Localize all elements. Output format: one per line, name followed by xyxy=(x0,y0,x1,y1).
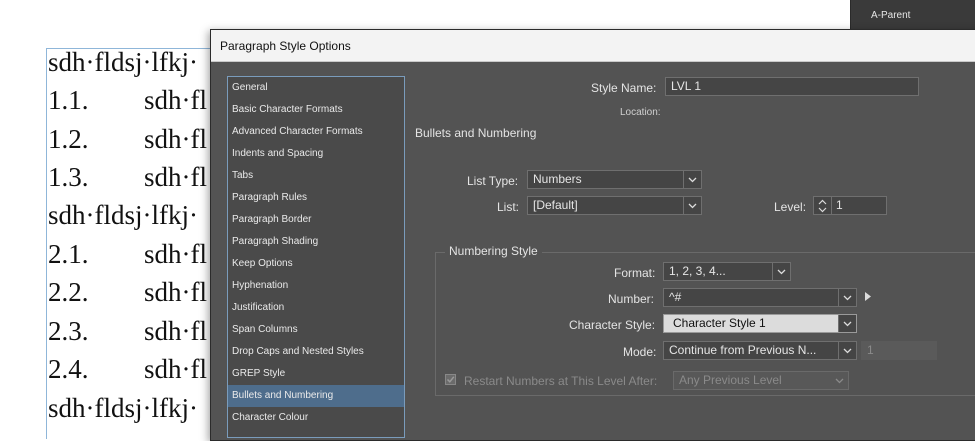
sidebar-item[interactable]: GREP Style xyxy=(228,363,404,385)
restart-level-dropdown: Any Previous Level xyxy=(673,371,849,390)
chevron-down-icon xyxy=(683,171,701,188)
line-text: sdh·fldsj·lfkj· xyxy=(48,393,198,423)
chevron-down-icon xyxy=(838,342,856,359)
pages-panel[interactable]: A-Parent xyxy=(850,0,975,30)
style-name-input[interactable]: LVL 1 xyxy=(665,77,919,96)
number-input[interactable]: ^# xyxy=(663,288,857,307)
character-style-label: Character Style: xyxy=(569,318,656,332)
restart-level-value: Any Previous Level xyxy=(679,373,782,387)
location-label: Location: xyxy=(620,107,661,118)
numbering-style-title: Numbering Style xyxy=(445,244,542,258)
level-value: 1 xyxy=(836,198,843,212)
checkmark-icon xyxy=(446,376,455,383)
mode-dropdown[interactable]: Continue from Previous N... xyxy=(663,341,857,360)
style-name-label: Style Name: xyxy=(591,81,657,95)
insert-special-character-icon[interactable] xyxy=(865,292,871,301)
document-line: 2.4. sdh·fl xyxy=(48,354,207,385)
restart-numbers-checkbox[interactable] xyxy=(445,374,456,385)
sidebar-item[interactable]: Advanced Character Formats xyxy=(228,121,404,143)
document-line: 1.3. sdh·fl xyxy=(48,162,207,193)
format-value: 1, 2, 3, 4... xyxy=(669,264,726,278)
line-text: sdh·fl xyxy=(144,85,207,115)
sidebar-item[interactable]: Keep Options xyxy=(228,253,404,275)
line-text: sdh·fldsj·lfkj· xyxy=(48,200,198,230)
line-text: sdh·fl xyxy=(144,239,207,269)
line-text: sdh·fl xyxy=(144,316,207,346)
parent-page-label: A-Parent xyxy=(871,10,911,21)
mode-start-value: 1 xyxy=(867,343,874,357)
mode-start-input: 1 xyxy=(861,341,937,360)
list-number: 2.3. xyxy=(48,316,89,346)
document-line: sdh·fldsj·lfkj· xyxy=(48,47,198,78)
chevron-down-icon xyxy=(683,197,701,214)
line-text: sdh·fl xyxy=(144,124,207,154)
stepper-arrows-icon[interactable] xyxy=(814,197,832,214)
list-number: 1.2. xyxy=(48,124,89,154)
document-line: 1.2. sdh·fl xyxy=(48,124,207,155)
sidebar-item[interactable]: Drop Caps and Nested Styles xyxy=(228,341,404,363)
level-stepper[interactable]: 1 xyxy=(813,196,887,215)
chevron-down-icon xyxy=(838,315,856,332)
line-text: sdh·fl xyxy=(144,277,207,307)
mode-label: Mode: xyxy=(623,345,657,359)
restart-numbers-label: Restart Numbers at This Level After: xyxy=(464,374,658,388)
level-label: Level: xyxy=(774,200,807,214)
number-label: Number: xyxy=(608,292,655,306)
sidebar-item[interactable]: Tabs xyxy=(228,165,404,187)
character-style-dropdown[interactable]: Character Style 1 xyxy=(663,314,857,333)
sidebar-item[interactable]: Paragraph Rules xyxy=(228,187,404,209)
list-number: 1.3. xyxy=(48,162,89,192)
list-number: 1.1. xyxy=(48,85,89,115)
sidebar-item[interactable]: Indents and Spacing xyxy=(228,143,404,165)
format-dropdown[interactable]: 1, 2, 3, 4... xyxy=(663,262,791,281)
sidebar-item[interactable]: Character Colour xyxy=(228,407,404,429)
document-line: sdh·fldsj·lfkj· xyxy=(48,200,198,231)
line-text: sdh·fl xyxy=(144,354,207,384)
sidebar-item[interactable]: General xyxy=(228,77,404,99)
chevron-down-icon xyxy=(831,372,848,389)
sidebar-item[interactable]: Justification xyxy=(228,297,404,319)
list-number: 2.1. xyxy=(48,239,89,269)
sidebar-item[interactable]: Span Columns xyxy=(228,319,404,341)
dialog-titlebar[interactable]: Paragraph Style Options xyxy=(211,30,975,62)
character-style-value: Character Style 1 xyxy=(673,316,766,330)
sidebar-item[interactable]: Paragraph Border xyxy=(228,209,404,231)
dialog-title: Paragraph Style Options xyxy=(220,39,351,53)
category-list[interactable]: General Basic Character Formats Advanced C… xyxy=(227,76,405,438)
mode-value: Continue from Previous N... xyxy=(669,343,817,357)
list-type-value: Numbers xyxy=(533,172,582,186)
number-value: ^# xyxy=(669,290,682,304)
document-line: sdh·fldsj·lfkj· xyxy=(48,393,198,424)
section-title: Bullets and Numbering xyxy=(415,126,537,140)
list-value: [Default] xyxy=(533,198,578,212)
list-type-label: List Type: xyxy=(467,174,519,188)
chevron-down-icon xyxy=(772,263,790,280)
line-text: sdh·fl xyxy=(144,162,207,192)
chevron-down-icon xyxy=(838,289,856,306)
format-label: Format: xyxy=(614,266,656,280)
list-number: 2.2. xyxy=(48,277,89,307)
sidebar-item[interactable]: Paragraph Shading xyxy=(228,231,404,253)
sidebar-item[interactable]: Basic Character Formats xyxy=(228,99,404,121)
line-text: sdh·fldsj·lfkj· xyxy=(48,47,198,77)
sidebar-item[interactable]: Bullets and Numbering xyxy=(228,385,404,407)
list-dropdown[interactable]: [Default] xyxy=(527,196,702,215)
list-type-dropdown[interactable]: Numbers xyxy=(527,170,702,189)
document-line: 2.3. sdh·fl xyxy=(48,316,207,347)
list-label: List: xyxy=(497,200,520,214)
list-number: 2.4. xyxy=(48,354,89,384)
document-line: 2.1. sdh·fl xyxy=(48,239,207,270)
document-line: 1.1. sdh·fl xyxy=(48,85,207,116)
paragraph-style-options-dialog: Paragraph Style Options General Basic Cha… xyxy=(210,29,975,441)
document-line: 2.2. sdh·fl xyxy=(48,277,207,308)
sidebar-item[interactable]: Hyphenation xyxy=(228,275,404,297)
